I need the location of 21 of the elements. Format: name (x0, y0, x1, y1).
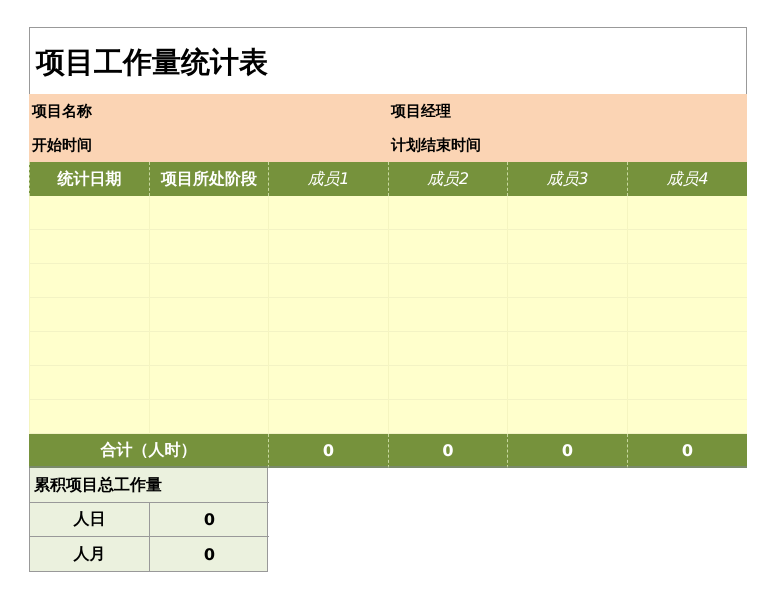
total-cell: 0 (268, 434, 388, 468)
summary-label: 人月 (30, 537, 150, 571)
column-header: 统计日期 (29, 162, 149, 196)
total-label: 合计（人时） (29, 434, 268, 468)
total-cell: 0 (627, 434, 747, 468)
total-cell: 0 (507, 434, 627, 468)
column-header: 成员2 (388, 162, 507, 196)
column-header: 成员4 (627, 162, 747, 196)
field-label: 计划结束时间 (391, 136, 481, 154)
column-header: 项目所处阶段 (149, 162, 268, 196)
summary-value: 0 (202, 544, 216, 566)
summary-title: 累积项目总工作量 (30, 468, 269, 503)
field-label: 项目名称 (32, 102, 92, 120)
summary-value: 0 (150, 503, 269, 537)
field-label: 项目经理 (391, 102, 451, 120)
field-label: 开始时间 (32, 136, 92, 154)
sheet-title: 项目工作量统计表 (29, 27, 747, 94)
summary-label: 人日 (30, 503, 150, 537)
total-cell: 0 (388, 434, 507, 468)
column-header: 成员3 (507, 162, 627, 196)
column-header: 成员1 (268, 162, 388, 196)
